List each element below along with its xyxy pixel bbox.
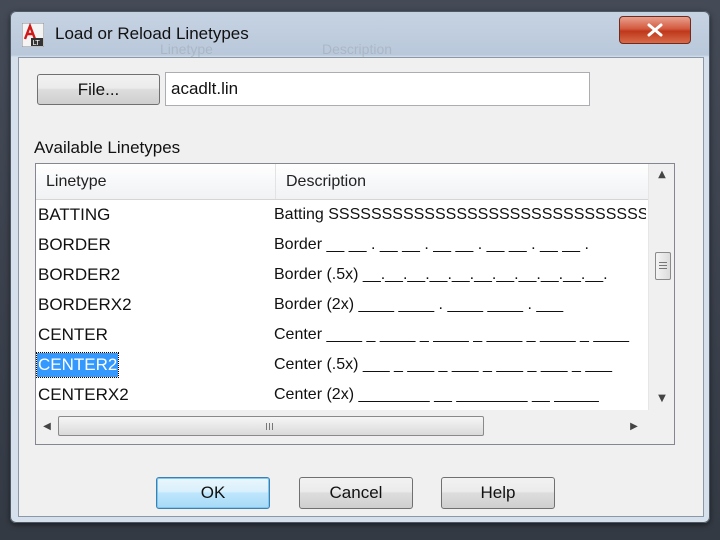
linetype-description: Batting SSSSSSSSSSSSSSSSSSSSSSSSSSSSSSS bbox=[274, 206, 646, 223]
available-linetypes-label: Available Linetypes bbox=[34, 138, 181, 157]
ok-button[interactable]: OK bbox=[156, 477, 270, 509]
horizontal-scroll-thumb[interactable] bbox=[58, 416, 484, 436]
linetype-description: Border (2x) ____ ____ . ____ ____ . ___ bbox=[274, 296, 564, 313]
linetype-description: Center (.5x) ___ _ ___ _ ___ _ ___ _ ___… bbox=[274, 356, 613, 373]
linetype-description: Border __ __ . __ __ . __ __ . __ __ . _… bbox=[274, 236, 589, 253]
close-icon bbox=[647, 23, 663, 37]
autocad-lt-app-icon: LT bbox=[21, 22, 45, 48]
file-button[interactable]: File... bbox=[37, 74, 160, 105]
load-linetypes-dialog: LT Load or Reload Linetypes Linetype Des… bbox=[10, 11, 710, 523]
linetype-name: BORDER2 bbox=[38, 265, 121, 284]
column-header-linetype[interactable]: Linetype bbox=[36, 164, 276, 199]
vertical-scrollbar[interactable]: ▲ ▼ bbox=[648, 164, 674, 410]
arrow-down-icon[interactable]: ▼ bbox=[649, 388, 674, 408]
help-button[interactable]: Help bbox=[441, 477, 555, 509]
list-rows: BATTING Batting SSSSSSSSSSSSSSSSSSSSSSSS… bbox=[36, 200, 648, 410]
arrow-up-icon[interactable]: ▲ bbox=[649, 164, 674, 184]
list-header: Linetype Description bbox=[36, 164, 648, 200]
list-item[interactable]: CENTER Center ____ _ ____ _ ____ _ ____ … bbox=[36, 320, 648, 350]
list-item[interactable]: BORDERX2 Border (2x) ____ ____ . ____ __… bbox=[36, 290, 648, 320]
title-bar[interactable]: LT Load or Reload Linetypes Linetype Des… bbox=[10, 11, 710, 57]
vertical-scroll-thumb[interactable] bbox=[655, 252, 671, 280]
grip-line bbox=[659, 265, 667, 266]
linetype-name: CENTER2 bbox=[36, 352, 120, 378]
scrollbar-corner bbox=[648, 410, 674, 444]
grip-line bbox=[659, 262, 667, 263]
linetype-list[interactable]: Linetype Description BATTING Batting SSS… bbox=[35, 163, 675, 445]
list-item[interactable]: CENTERX2 Center (2x) ________ __ _______… bbox=[36, 380, 648, 410]
list-item[interactable]: BATTING Batting SSSSSSSSSSSSSSSSSSSSSSSS… bbox=[36, 200, 648, 230]
grip-line bbox=[266, 423, 267, 430]
linetype-description: Center ____ _ ____ _ ____ _ ____ _ ____ … bbox=[274, 326, 629, 343]
grip-line bbox=[272, 423, 273, 430]
grip-line bbox=[659, 268, 667, 269]
cancel-button[interactable]: Cancel bbox=[299, 477, 413, 509]
column-header-description[interactable]: Description bbox=[276, 164, 648, 199]
ghost-column-header-left: Linetype bbox=[160, 41, 213, 57]
arrow-left-icon[interactable]: ◀ bbox=[37, 416, 57, 436]
linetype-name: BATTING bbox=[38, 205, 111, 224]
dialog-content: File... acadlt.lin Available Linetypes L… bbox=[18, 57, 704, 517]
linetype-description: Center (2x) ________ __ ________ __ ____… bbox=[274, 386, 599, 403]
linetype-name: CENTER bbox=[38, 325, 108, 344]
svg-text:LT: LT bbox=[33, 39, 41, 47]
filename-field[interactable]: acadlt.lin bbox=[165, 72, 590, 106]
close-button[interactable] bbox=[619, 16, 691, 44]
list-item[interactable]: BORDER2 Border (.5x) __.__.__.__.__.__._… bbox=[36, 260, 648, 290]
list-item[interactable]: BORDER Border __ __ . __ __ . __ __ . __… bbox=[36, 230, 648, 260]
list-item-selected[interactable]: CENTER2 Center (.5x) ___ _ ___ _ ___ _ _… bbox=[36, 350, 648, 380]
linetype-name: BORDERX2 bbox=[38, 295, 132, 314]
linetype-description: Border (.5x) __.__.__.__.__.__.__.__.__.… bbox=[274, 266, 608, 283]
ghost-column-header-right: Description bbox=[322, 41, 393, 57]
window-title: Load or Reload Linetypes bbox=[55, 24, 249, 43]
horizontal-scrollbar[interactable]: ◀ ▶ bbox=[36, 410, 648, 444]
grip-line bbox=[269, 423, 270, 430]
linetype-name: BORDER bbox=[38, 235, 111, 254]
arrow-right-icon[interactable]: ▶ bbox=[624, 416, 644, 436]
linetype-name: CENTERX2 bbox=[38, 385, 129, 404]
